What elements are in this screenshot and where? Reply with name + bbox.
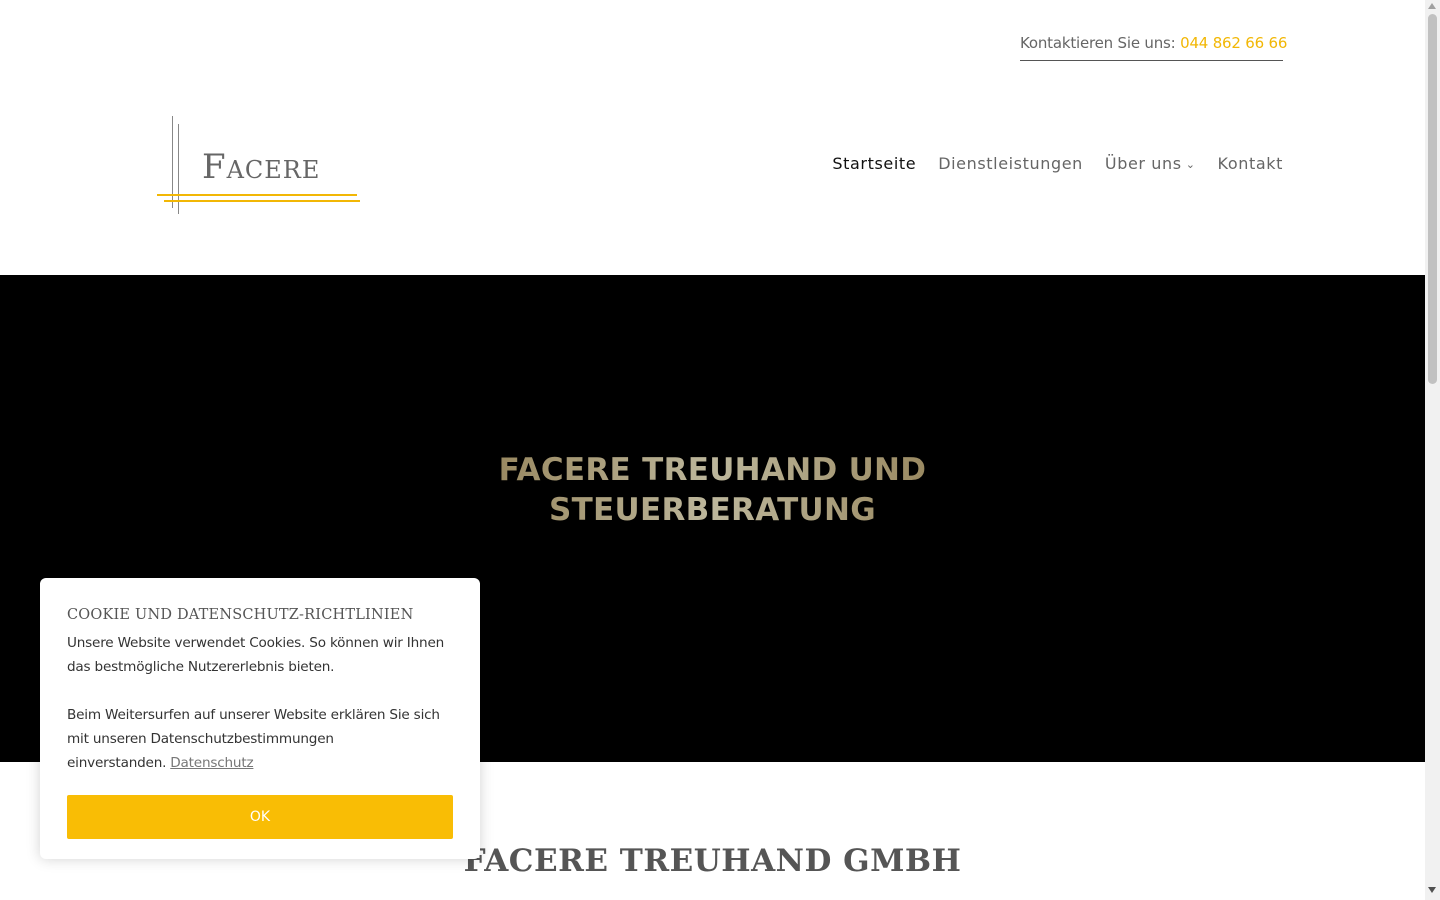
nav-item-startseite[interactable]: Startseite: [832, 154, 916, 173]
scroll-up-icon[interactable]: [1428, 3, 1436, 9]
nav-item-kontakt[interactable]: Kontakt: [1218, 154, 1283, 173]
cookie-text: Beim Weitersurfen auf unserer Website er…: [67, 703, 453, 775]
nav-item-ueber-uns[interactable]: Über uns ⌄: [1105, 154, 1196, 173]
cookie-ok-button[interactable]: OK: [67, 795, 453, 839]
cookie-title: COOKIE UND DATENSCHUTZ-RICHTLINIEN: [67, 607, 414, 623]
logo[interactable]: Facere: [150, 110, 370, 220]
chevron-down-icon: ⌄: [1185, 158, 1196, 171]
phone-link[interactable]: 044 862 66 66: [1180, 34, 1287, 52]
contact-label: Kontaktieren Sie uns:: [1020, 34, 1176, 52]
nav-item-dienstleistungen[interactable]: Dienstleistungen: [938, 154, 1083, 173]
cookie-dialog: COOKIE UND DATENSCHUTZ-RICHTLINIEN Unser…: [40, 578, 480, 859]
logo-line: [157, 194, 357, 196]
logo-text: Facere: [202, 147, 321, 187]
hero-title-line: FACERE TREUHAND UND: [498, 452, 927, 488]
nav-item-label: Über uns: [1104, 154, 1182, 173]
scroll-down-icon[interactable]: [1428, 887, 1436, 893]
logo-line: [164, 200, 360, 202]
cookie-text: Unsere Website verwendet Cookies. So kön…: [67, 635, 445, 675]
hero-title: FACERE TREUHAND UND STEUERBERATUNG: [0, 450, 1425, 530]
main-nav: Startseite Dienstleistungen Über uns ⌄ Ko…: [810, 154, 1283, 173]
privacy-link[interactable]: Datenschutz: [170, 755, 253, 771]
hero-title-line: STEUERBERATUNG: [548, 492, 877, 528]
page: Kontaktieren Sie uns: 044 862 66 66 Face…: [0, 0, 1425, 900]
contact-bar: Kontaktieren Sie uns: 044 862 66 66: [1020, 34, 1287, 61]
scrollbar-thumb[interactable]: [1428, 14, 1437, 384]
cookie-text-body: Beim Weitersurfen auf unserer Website er…: [67, 707, 440, 771]
scrollbar[interactable]: [1425, 0, 1440, 900]
